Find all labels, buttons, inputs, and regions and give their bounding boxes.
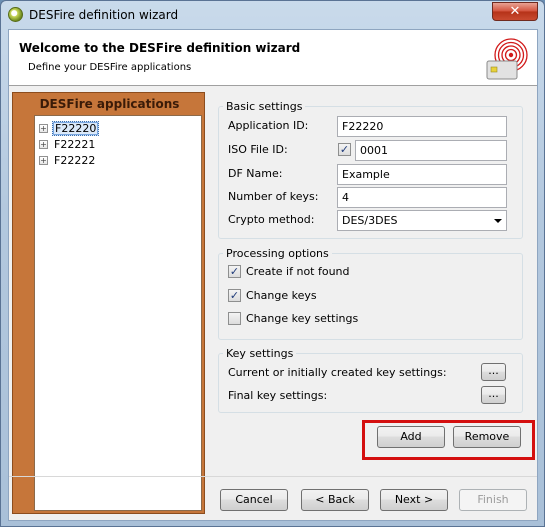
finish-button[interactable]: Finish bbox=[459, 489, 527, 511]
wizard-header: Welcome to the DESFire definition wizard… bbox=[9, 30, 537, 86]
crypto-method-value: DES/3DES bbox=[342, 214, 398, 227]
header-title: Welcome to the DESFire definition wizard bbox=[19, 41, 301, 55]
cancel-button[interactable]: Cancel bbox=[220, 489, 288, 511]
final-key-settings-button[interactable]: ... bbox=[481, 386, 506, 404]
add-button[interactable]: Add bbox=[377, 426, 445, 448]
applications-panel: DESFire applications + F22220 + F22221 +… bbox=[12, 92, 205, 514]
header-subtitle: Define your DESFire applications bbox=[28, 62, 192, 73]
application-id-label: Application ID: bbox=[228, 119, 309, 132]
tree-item-label[interactable]: F22221 bbox=[52, 138, 97, 151]
number-of-keys-label: Number of keys: bbox=[228, 190, 319, 203]
crypto-method-select[interactable]: DES/3DES bbox=[337, 210, 507, 231]
key-settings-group: Key settings bbox=[218, 347, 523, 413]
applications-tree[interactable]: + F22220 + F22221 + F22222 bbox=[34, 115, 202, 511]
current-key-settings-label: Current or initially created key setting… bbox=[228, 366, 447, 379]
df-name-label: DF Name: bbox=[228, 167, 283, 180]
next-button[interactable]: Next > bbox=[380, 489, 448, 511]
tree-item-label[interactable]: F22220 bbox=[52, 121, 100, 136]
create-if-not-found-checkbox[interactable]: ✓ bbox=[228, 265, 241, 278]
crypto-method-label: Crypto method: bbox=[228, 213, 315, 226]
wizard-window: DESFire definition wizard ✕ Welcome to t… bbox=[0, 0, 545, 527]
rfid-card-icon bbox=[486, 38, 528, 80]
df-name-input[interactable]: Example bbox=[337, 164, 507, 185]
expand-icon[interactable]: + bbox=[39, 140, 48, 149]
key-settings-title: Key settings bbox=[223, 347, 297, 360]
change-key-settings-checkbox[interactable] bbox=[228, 312, 241, 325]
application-id-input[interactable]: F22220 bbox=[337, 116, 507, 137]
current-key-settings-button[interactable]: ... bbox=[481, 363, 506, 381]
processing-options-title: Processing options bbox=[223, 247, 332, 260]
change-keys-checkbox[interactable]: ✓ bbox=[228, 289, 241, 302]
app-icon bbox=[8, 7, 23, 22]
final-key-settings-label: Final key settings: bbox=[228, 389, 328, 402]
iso-file-id-checkbox[interactable]: ✓ bbox=[338, 143, 351, 156]
basic-settings-title: Basic settings bbox=[223, 100, 306, 113]
tree-item[interactable]: + F22220 bbox=[39, 121, 100, 136]
close-button[interactable]: ✕ bbox=[492, 2, 538, 21]
window-title: DESFire definition wizard bbox=[29, 8, 179, 22]
wizard-client-area: Welcome to the DESFire definition wizard… bbox=[8, 29, 538, 521]
create-if-not-found-label[interactable]: Create if not found bbox=[246, 265, 350, 278]
back-button[interactable]: < Back bbox=[301, 489, 369, 511]
applications-panel-title: DESFire applications bbox=[39, 97, 180, 111]
tree-item[interactable]: + F22222 bbox=[39, 153, 97, 168]
change-keys-label[interactable]: Change keys bbox=[246, 289, 317, 302]
number-of-keys-input[interactable]: 4 bbox=[337, 187, 507, 208]
iso-file-id-input[interactable]: 0001 bbox=[355, 140, 507, 161]
expand-icon[interactable]: + bbox=[39, 156, 48, 165]
tree-item[interactable]: + F22221 bbox=[39, 137, 97, 152]
iso-file-id-label: ISO File ID: bbox=[228, 143, 288, 156]
remove-button[interactable]: Remove bbox=[453, 426, 521, 448]
tree-item-label[interactable]: F22222 bbox=[52, 154, 97, 167]
title-bar[interactable]: DESFire definition wizard ✕ bbox=[1, 1, 544, 29]
expand-icon[interactable]: + bbox=[39, 124, 48, 133]
chevron-down-icon bbox=[494, 219, 502, 223]
change-key-settings-label[interactable]: Change key settings bbox=[246, 312, 358, 325]
footer-separator bbox=[9, 476, 537, 477]
